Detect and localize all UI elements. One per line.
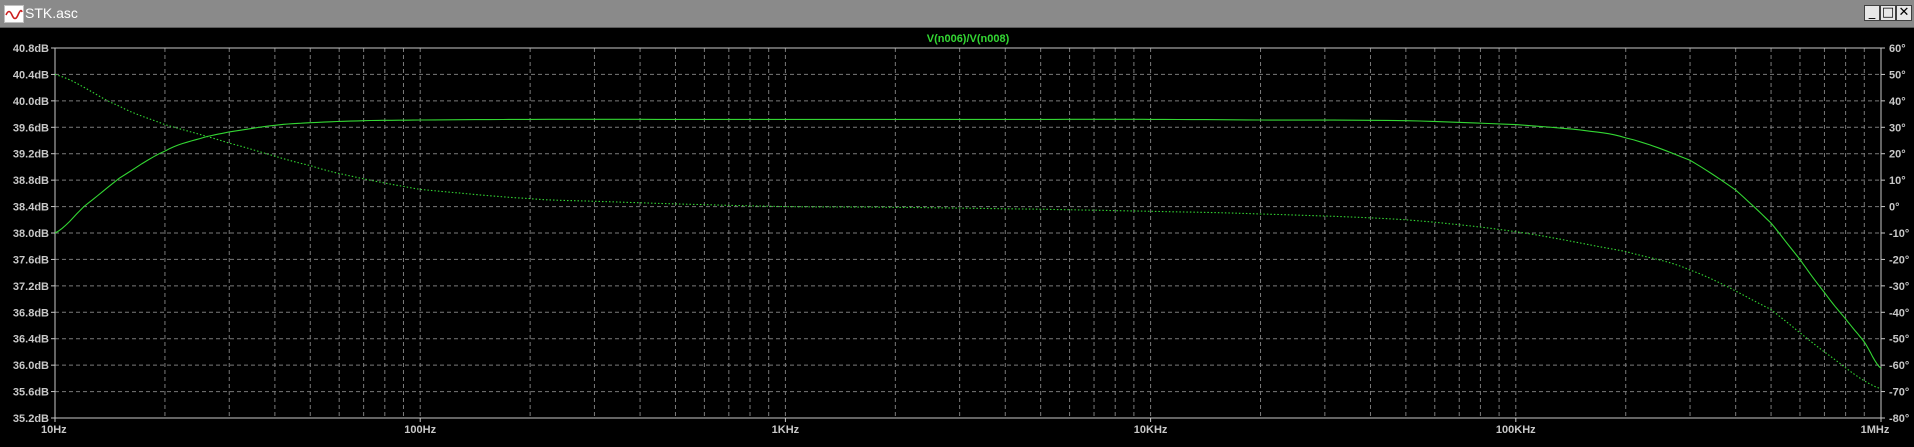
right-tick-label: 20° (1889, 149, 1906, 161)
right-tick-label: 40° (1889, 96, 1906, 108)
right-tick-label: 0° (1889, 202, 1900, 214)
right-tick-label: -20° (1889, 254, 1909, 266)
left-tick-label: 39.2dB (13, 149, 49, 161)
left-tick-label: 36.8dB (13, 307, 49, 319)
right-tick-label: -50° (1889, 334, 1909, 346)
x-tick-label: 100Hz (404, 424, 436, 436)
left-tick-label: 40.4dB (13, 69, 49, 81)
chart-title: V(n006)/V(n008) (927, 33, 1010, 45)
x-tick-label: 10KHz (1134, 424, 1168, 436)
minimize-button[interactable]: _ (1864, 5, 1880, 21)
left-tick-label: 40.8dB (13, 43, 49, 55)
right-tick-label: 30° (1889, 122, 1906, 134)
x-tick-label: 1KHz (772, 424, 800, 436)
x-axis-ticks: 10Hz 100Hz 1KHz 10KHz 100KHz 1MHz (41, 418, 1890, 436)
plot-grid (55, 48, 1881, 418)
close-button[interactable]: ✕ (1896, 5, 1912, 21)
left-tick-label: 37.6dB (13, 254, 49, 266)
right-tick-label: 10° (1889, 175, 1906, 187)
left-tick-label: 36.0dB (13, 360, 49, 372)
right-tick-label: -60° (1889, 360, 1909, 372)
left-tick-label: 40.0dB (13, 96, 49, 108)
left-axis-ticks: 35.2dB35.6dB36.0dB36.4dB36.8dB37.2dB37.6… (13, 43, 55, 425)
window-title: STK.asc (25, 5, 78, 21)
right-tick-label: -70° (1889, 387, 1909, 399)
right-tick-label: -30° (1889, 281, 1909, 293)
right-axis-ticks: -80° -70° -60° -50° -40° -30° -20° -10° 0° 10° 20°… (1881, 43, 1909, 425)
left-tick-label: 38.8dB (13, 175, 49, 187)
left-tick-label: 39.6dB (13, 122, 49, 134)
x-tick-label: 100KHz (1496, 424, 1536, 436)
left-tick-label: 38.4dB (13, 202, 49, 214)
restore-button[interactable]: □ (1880, 5, 1896, 21)
left-tick-label: 36.4dB (13, 334, 49, 346)
waveform-icon (4, 5, 24, 23)
left-tick-label: 37.2dB (13, 281, 49, 293)
series-layer (54, 73, 1882, 390)
x-tick-label: 1MHz (1861, 424, 1890, 436)
left-tick-label: 38.0dB (13, 228, 49, 240)
right-tick-label: 60° (1889, 43, 1906, 55)
magnitude-trace (54, 118, 1882, 369)
left-tick-label: 35.6dB (13, 387, 49, 399)
right-tick-label: -40° (1889, 307, 1909, 319)
right-tick-label: -80° (1889, 413, 1909, 425)
right-tick-label: -10° (1889, 228, 1909, 240)
window-titlebar: STK.asc _ □ ✕ (0, 0, 1914, 28)
x-tick-label: 10Hz (41, 424, 67, 436)
bode-plot[interactable]: V(n006)/V(n008) 35.2dB35.6dB36.0dB36.4dB… (0, 28, 1914, 447)
right-tick-label: 50° (1889, 69, 1906, 81)
